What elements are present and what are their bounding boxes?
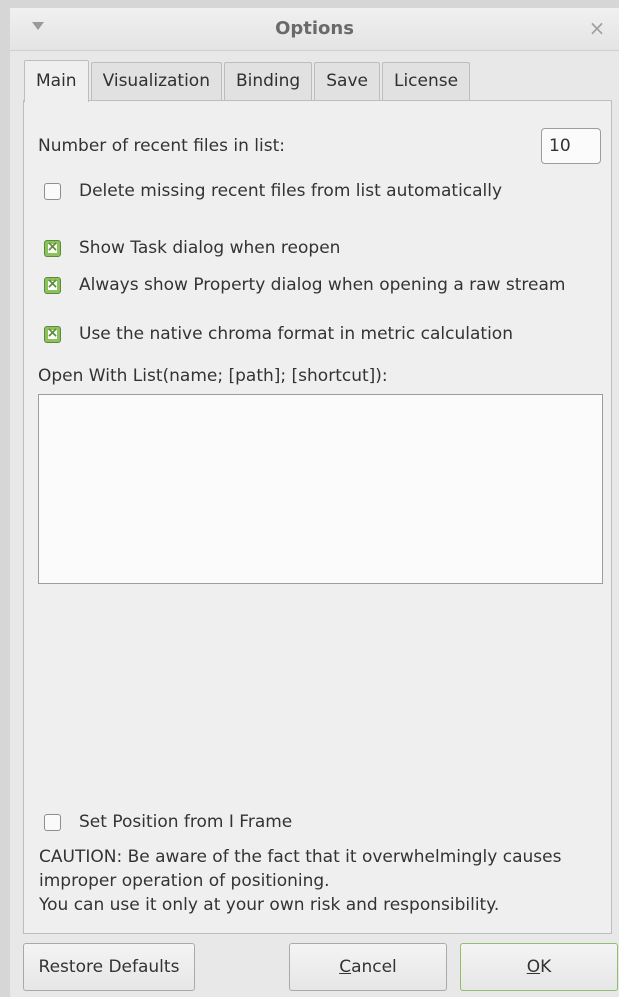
native-chroma-checkbox-row[interactable]: Use the native chroma format in metric c…	[44, 323, 513, 345]
tab-visualization[interactable]: Visualization	[90, 62, 222, 100]
open-with-list-label: Open With List(name; [path]; [shortcut])…	[38, 366, 388, 386]
delete-missing-checkbox[interactable]	[44, 182, 61, 200]
tab-binding[interactable]: Binding	[223, 62, 313, 100]
native-chroma-label: Use the native chroma format in metric c…	[79, 324, 513, 344]
ok-mnemonic: O	[526, 957, 541, 977]
show-task-dialog-checkbox[interactable]	[44, 239, 61, 257]
window-title: Options	[275, 18, 354, 39]
options-dialog: Options × Main Visualization Binding Sav…	[10, 8, 619, 997]
ok-label-rest: K	[540, 957, 552, 977]
delete-missing-label: Delete missing recent files from list au…	[79, 181, 503, 201]
main-tab-pane: Number of recent files in list: 10 Delet…	[23, 100, 612, 934]
restore-defaults-button[interactable]: Restore Defaults	[23, 943, 195, 991]
ok-button[interactable]: OK	[460, 943, 618, 991]
set-position-label: Set Position from I Frame	[79, 812, 293, 832]
caution-text: CAUTION: Be aware of the fact that it ov…	[39, 845, 561, 917]
show-task-dialog-checkbox-row[interactable]: Show Task dialog when reopen	[44, 237, 340, 259]
recent-files-label: Number of recent files in list:	[38, 136, 285, 156]
native-chroma-checkbox[interactable]	[44, 325, 61, 343]
tab-bar: Main Visualization Binding Save License	[24, 60, 472, 104]
caution-line: You can use it only at your own risk and…	[39, 895, 500, 915]
delete-missing-checkbox-row[interactable]: Delete missing recent files from list au…	[44, 180, 502, 202]
tab-license[interactable]: License	[381, 62, 471, 100]
always-show-property-checkbox-row[interactable]: Always show Property dialog when opening…	[44, 274, 565, 296]
tab-save[interactable]: Save	[314, 62, 380, 100]
recent-files-count-spinbox[interactable]: 10	[541, 128, 601, 164]
set-position-checkbox-row[interactable]: Set Position from I Frame	[44, 811, 292, 833]
set-position-checkbox[interactable]	[44, 813, 61, 831]
caution-line: improper operation of positioning.	[39, 871, 330, 891]
cancel-label-rest: ancel	[351, 957, 397, 977]
cancel-mnemonic: C	[339, 957, 352, 977]
always-show-property-label: Always show Property dialog when opening…	[79, 275, 566, 295]
open-with-list-textarea[interactable]	[38, 394, 603, 584]
title-bar[interactable]: Options ×	[10, 8, 619, 51]
close-icon[interactable]: ×	[585, 16, 609, 40]
caution-line: CAUTION: Be aware of the fact that it ov…	[39, 847, 562, 867]
show-task-dialog-label: Show Task dialog when reopen	[79, 238, 341, 258]
cancel-button[interactable]: Cancel	[289, 943, 447, 991]
tab-main[interactable]: Main	[24, 60, 89, 104]
always-show-property-checkbox[interactable]	[44, 276, 61, 294]
